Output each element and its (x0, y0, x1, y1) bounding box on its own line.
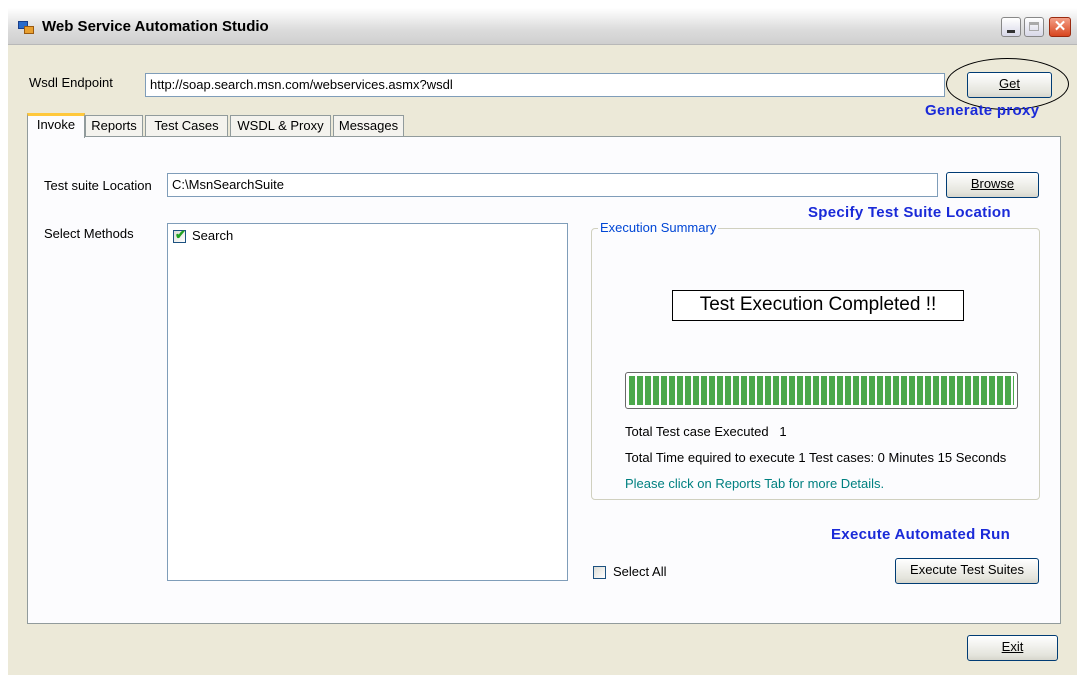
app-icon (18, 21, 34, 34)
execute-run-annotation: Execute Automated Run (831, 526, 1011, 543)
test-suite-location-input[interactable]: C:\MsnSearchSuite (167, 173, 938, 197)
execution-summary-legend: Execution Summary (598, 220, 719, 235)
tab-messages[interactable]: Messages (333, 115, 404, 137)
method-label-search: Search (192, 228, 234, 243)
total-executed-text: Total Test case Executed 1 (625, 424, 787, 439)
browse-button[interactable]: Browse (946, 172, 1039, 198)
close-button[interactable]: ✕ (1049, 17, 1071, 37)
window-title: Web Service Automation Studio (42, 18, 269, 35)
wsdl-endpoint-label: Wsdl Endpoint (29, 75, 113, 90)
specify-location-annotation: Specify Test Suite Location (808, 204, 1011, 221)
total-time-text: Total Time equired to execute 1 Test cas… (625, 450, 1007, 465)
exit-button[interactable]: Exit (967, 635, 1058, 661)
generate-proxy-annotation: Generate proxy (925, 102, 1040, 119)
methods-listbox: ✔ Search (167, 223, 568, 581)
tab-test-cases[interactable]: Test Cases (145, 115, 228, 137)
select-all-checkbox[interactable] (593, 566, 606, 579)
minimize-button[interactable] (1001, 17, 1021, 37)
maximize-button[interactable] (1024, 17, 1044, 37)
execute-test-suites-button[interactable]: Execute Test Suites (895, 558, 1039, 584)
tab-wsdl-proxy[interactable]: WSDL & Proxy (230, 115, 331, 137)
tab-invoke[interactable]: Invoke (27, 113, 85, 138)
select-methods-label: Select Methods (44, 226, 134, 241)
progress-fill (629, 376, 1014, 405)
execution-progress-bar (625, 372, 1018, 409)
method-checkbox-search[interactable]: ✔ (173, 227, 186, 243)
checkmark-icon: ✔ (175, 227, 186, 242)
reports-note-text: Please click on Reports Tab for more Det… (625, 476, 885, 491)
select-all-label: Select All (613, 564, 667, 579)
test-suite-location-label: Test suite Location (44, 178, 152, 193)
tab-reports[interactable]: Reports (85, 115, 143, 137)
wsdl-endpoint-input[interactable]: http://soap.search.msn.com/webservices.a… (145, 73, 945, 97)
execution-status: Test Execution Completed !! (672, 290, 964, 321)
title-bar: Web Service Automation Studio ✕ (8, 8, 1077, 45)
